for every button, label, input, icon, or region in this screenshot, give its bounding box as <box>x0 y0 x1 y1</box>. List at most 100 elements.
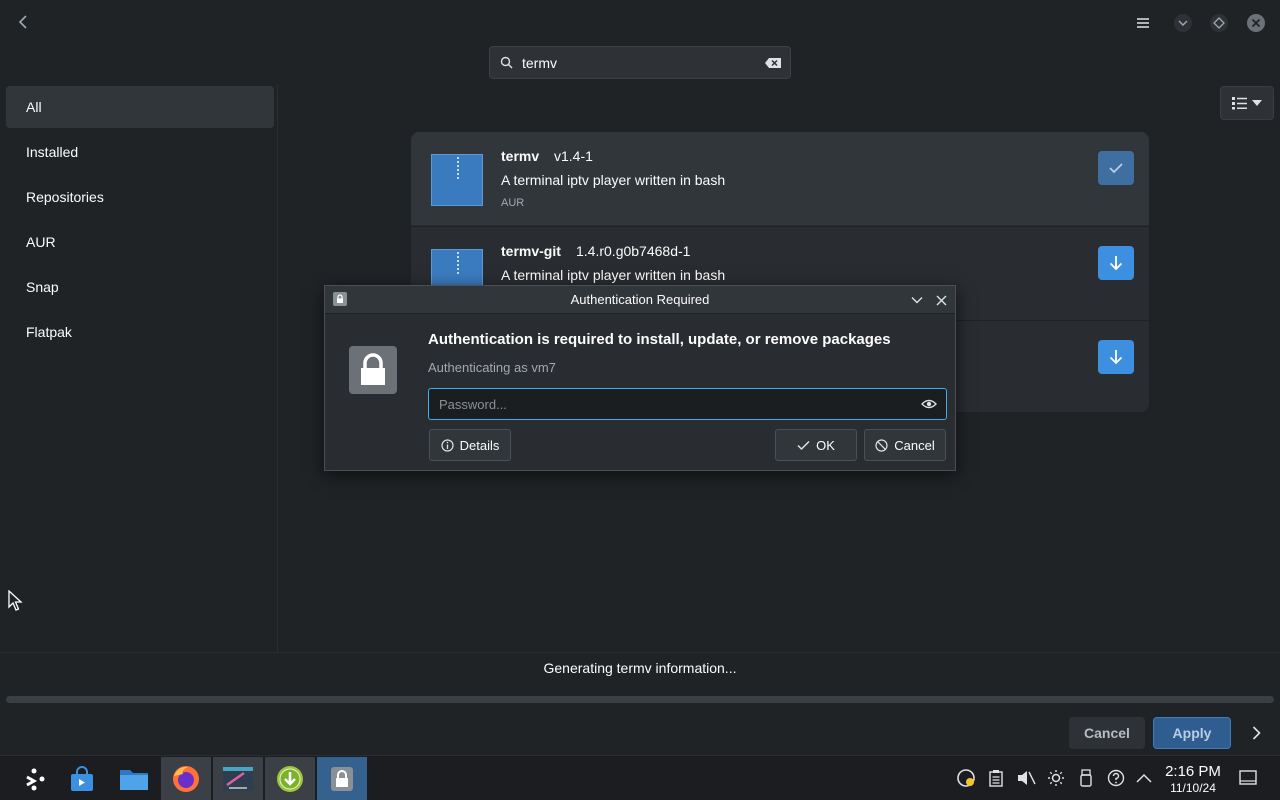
back-button[interactable] <box>12 11 34 33</box>
sidebar-item-snap[interactable]: Snap <box>6 266 274 308</box>
sidebar-item-label: Installed <box>26 144 79 160</box>
chevron-down-icon <box>1174 14 1192 32</box>
sidebar-item-label: Flatpak <box>26 324 72 340</box>
status-bar: Generating termv information... <box>0 652 1280 682</box>
cancel-icon <box>875 438 888 452</box>
details-label: Details <box>459 437 500 453</box>
hamburger-icon <box>1137 18 1149 28</box>
download-circle-icon <box>277 766 303 792</box>
taskbar-discover[interactable] <box>57 757 107 800</box>
taskbar-file-manager[interactable] <box>109 757 159 800</box>
list-item[interactable]: termv v1.4-1 A terminal iptv player writ… <box>411 132 1149 225</box>
progress-bar <box>6 696 1274 703</box>
show-password-icon[interactable] <box>918 394 940 414</box>
installed-button[interactable] <box>1098 151 1134 185</box>
chevron-right-icon <box>1252 726 1261 740</box>
checkmark-icon <box>797 440 810 450</box>
info-icon <box>441 438 454 452</box>
download-arrow-icon <box>1109 350 1123 365</box>
tray-expand-icon[interactable] <box>1134 768 1154 788</box>
steamos-logo-icon <box>26 768 45 791</box>
install-button[interactable] <box>1098 246 1134 280</box>
dialog-titlebar[interactable]: Authentication Required <box>325 286 955 314</box>
caret-down-icon <box>1252 100 1262 106</box>
store-bag-icon <box>71 766 93 791</box>
brightness-icon[interactable] <box>1046 768 1066 788</box>
chevron-down-icon <box>911 297 923 304</box>
cancel-button[interactable]: Cancel <box>1069 717 1145 749</box>
install-button[interactable] <box>1098 340 1134 374</box>
dialog-subtitle: Authenticating as vm7 <box>428 360 556 375</box>
password-input[interactable] <box>429 396 918 412</box>
sidebar-item-label: Snap <box>26 279 59 295</box>
terminal-icon <box>223 767 253 791</box>
taskbar-auth-dialog[interactable] <box>317 757 367 800</box>
top-bar <box>0 0 1280 44</box>
usb-storage-icon[interactable] <box>1076 768 1096 788</box>
apply-button[interactable]: Apply <box>1153 717 1231 749</box>
details-button[interactable]: Details <box>429 429 511 461</box>
ok-button[interactable]: OK <box>775 429 857 461</box>
firefox-icon <box>173 766 199 792</box>
folder-icon <box>120 770 148 790</box>
lock-icon <box>349 346 397 394</box>
steam-tray-icon[interactable] <box>956 768 976 788</box>
package-name: termv-git <box>501 243 561 259</box>
clock-date[interactable]: 11/10/24 <box>1160 781 1226 795</box>
ok-label: OK <box>816 437 835 453</box>
close-window-button[interactable] <box>1246 13 1266 33</box>
lock-icon <box>331 767 353 791</box>
chevron-left-icon <box>18 15 27 29</box>
sidebar-item-repositories[interactable]: Repositories <box>6 176 274 218</box>
package-version: 1.4.r0.g0b7468d-1 <box>576 243 691 259</box>
taskbar-firefox[interactable] <box>161 757 211 800</box>
sidebar-item-all[interactable]: All <box>6 86 274 128</box>
search-field[interactable]: termv <box>489 46 791 79</box>
package-version: v1.4-1 <box>554 148 593 164</box>
clock-time[interactable]: 2:16 PM <box>1160 763 1226 780</box>
search-icon <box>500 56 514 70</box>
minimize-button[interactable] <box>1173 13 1193 33</box>
list-view-icon <box>1232 97 1247 110</box>
download-arrow-icon <box>1109 256 1123 271</box>
volume-muted-icon[interactable] <box>1016 768 1036 788</box>
sidebar-item-label: Repositories <box>26 189 104 205</box>
search-input[interactable]: termv <box>522 55 764 71</box>
hamburger-menu-button[interactable] <box>1133 13 1153 33</box>
close-icon <box>936 295 946 305</box>
application-launcher-button[interactable] <box>9 757 59 800</box>
clear-search-icon[interactable] <box>764 56 782 70</box>
view-mode-button[interactable] <box>1220 86 1274 120</box>
sidebar-item-installed[interactable]: Installed <box>6 131 274 173</box>
authentication-dialog: Authentication Required Authentication i… <box>324 285 956 471</box>
sidebar-item-flatpak[interactable]: Flatpak <box>6 311 274 353</box>
dialog-cancel-button[interactable]: Cancel <box>864 429 946 461</box>
sidebar: All Installed Repositories AUR Snap Flat… <box>0 84 278 652</box>
package-repo: AUR <box>501 197 525 209</box>
lock-icon <box>333 292 347 306</box>
close-icon <box>1247 14 1265 32</box>
package-description: A terminal iptv player written in bash <box>501 172 726 188</box>
dialog-title: Authentication Required <box>570 292 710 307</box>
taskbar-updater[interactable] <box>265 757 315 800</box>
next-button[interactable] <box>1246 722 1266 744</box>
diamond-icon <box>1210 14 1228 32</box>
mouse-cursor-icon <box>8 590 23 611</box>
package-name: termv <box>501 148 540 164</box>
dialog-close-button[interactable] <box>932 291 950 309</box>
package-description: A terminal iptv player written in bash <box>501 267 726 283</box>
show-desktop-icon[interactable] <box>1238 768 1258 788</box>
maximize-button[interactable] <box>1209 13 1229 33</box>
checkmark-icon <box>1109 163 1123 174</box>
status-text: Generating termv information... <box>543 659 737 676</box>
taskbar <box>0 755 1280 800</box>
help-icon[interactable] <box>1106 768 1126 788</box>
taskbar-konsole[interactable] <box>213 757 263 800</box>
archive-icon <box>431 154 483 206</box>
password-field[interactable] <box>428 388 947 420</box>
sidebar-item-label: AUR <box>26 234 56 250</box>
dialog-minimize-button[interactable] <box>908 291 926 309</box>
clipboard-icon[interactable] <box>986 768 1006 788</box>
sidebar-item-aur[interactable]: AUR <box>6 221 274 263</box>
dialog-heading: Authentication is required to install, u… <box>428 331 891 348</box>
